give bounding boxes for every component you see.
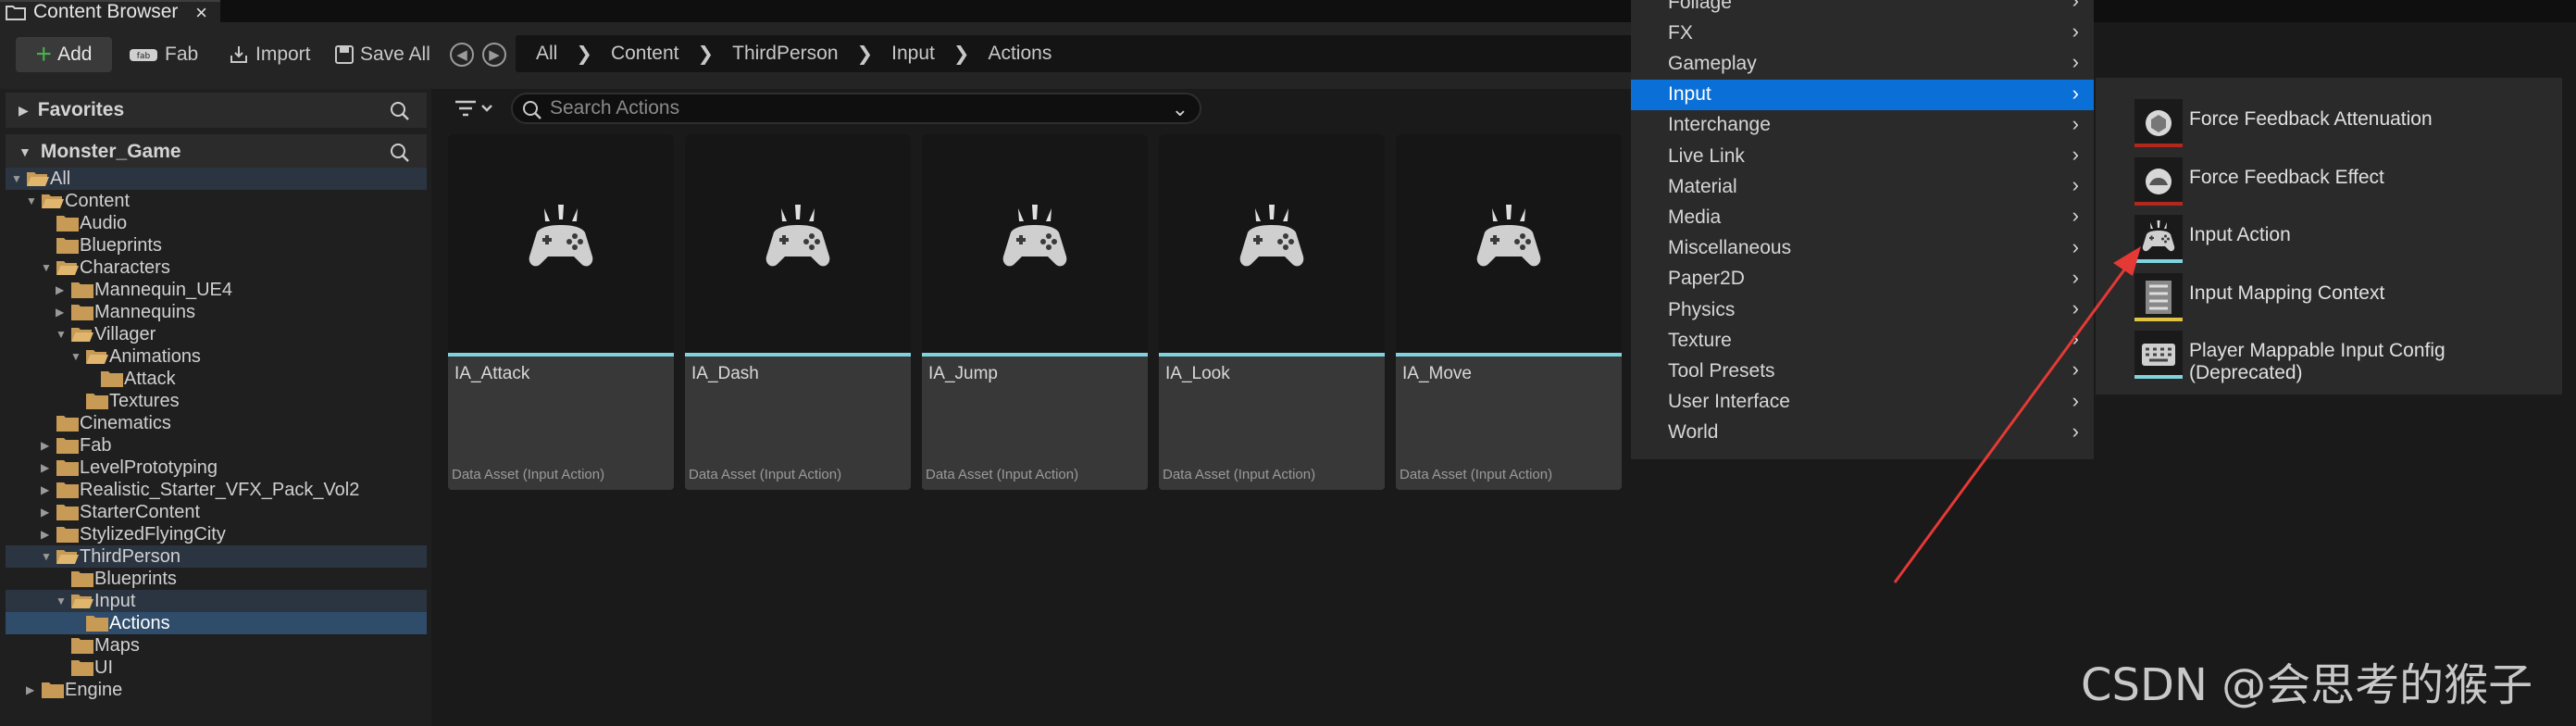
watermark: CSDN @会思考的猴子 — [2081, 659, 2533, 711]
annotation-arrow — [1893, 246, 2141, 583]
